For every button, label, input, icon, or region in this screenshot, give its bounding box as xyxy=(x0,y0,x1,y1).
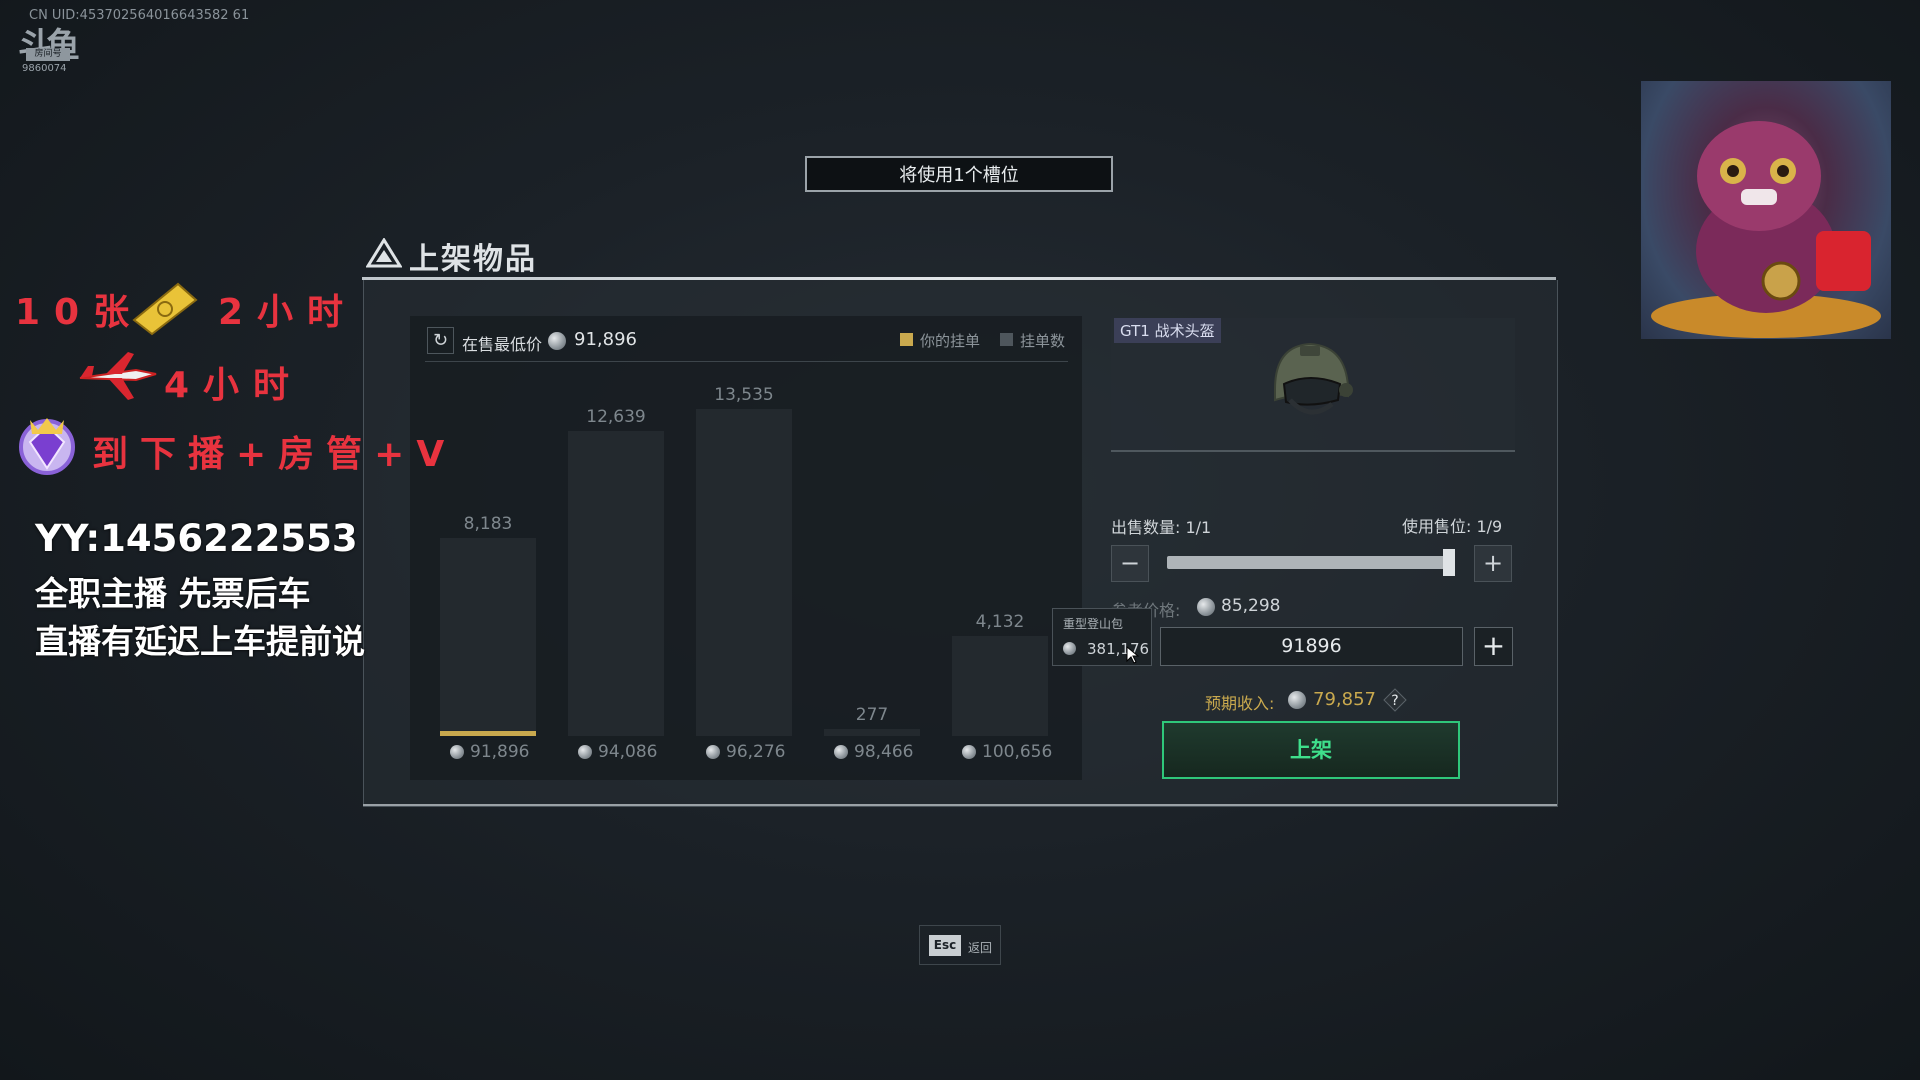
coin-icon xyxy=(450,745,464,759)
bar-price-text: 98,466 xyxy=(854,742,914,762)
bar-price-label: 100,656 xyxy=(962,742,1092,762)
logo-tag: 房间号 xyxy=(26,48,70,61)
platform-logo: 斗鱼 房间号 9860074 xyxy=(18,26,80,74)
listing-triangle-icon xyxy=(366,238,402,268)
coin-icon xyxy=(834,745,848,759)
item-preview-divider xyxy=(1111,450,1515,452)
bar-price-label: 98,466 xyxy=(834,742,964,762)
promo-delay-note: 直播有延迟上车提前说 xyxy=(35,622,365,661)
bar-price-label: 91,896 xyxy=(450,742,580,762)
tooltip-item-name: 重型登山包 xyxy=(1063,617,1124,631)
chart-bar[interactable] xyxy=(824,729,920,736)
bar-count-label: 12,639 xyxy=(586,406,646,427)
chart-bar[interactable] xyxy=(568,430,664,736)
quantity-slider-handle[interactable] xyxy=(1443,549,1455,576)
list-item-button[interactable]: 上架 xyxy=(1162,721,1460,779)
chart-bar[interactable] xyxy=(440,538,536,736)
increase-quantity-button[interactable]: + xyxy=(1474,545,1512,582)
refresh-button[interactable]: ↻ xyxy=(427,327,454,354)
plus-icon: + xyxy=(1482,549,1504,577)
bar-count-label: 277 xyxy=(855,705,889,726)
decrease-quantity-button[interactable]: − xyxy=(1111,545,1149,582)
coin-icon xyxy=(962,745,976,759)
expected-income-label: 预期收入: xyxy=(1205,694,1275,713)
listing-price-input[interactable]: 91896 xyxy=(1160,627,1463,666)
esc-back-label: 返回 xyxy=(968,941,993,955)
bar-count-label: 13,535 xyxy=(714,385,774,406)
bar-price-label: 94,086 xyxy=(578,742,708,762)
legend-yours-label: 你的挂单 xyxy=(920,332,981,350)
legend-count-label: 挂单数 xyxy=(1020,332,1066,350)
help-icon[interactable]: ? xyxy=(1383,688,1407,712)
dialog-bottom-line xyxy=(363,804,1557,806)
bar-price-text: 91,896 xyxy=(470,742,530,762)
chart-bar[interactable] xyxy=(696,409,792,736)
promo-tickets-duration: 2小时 xyxy=(218,292,358,333)
lowest-price-label: 在售最低价 xyxy=(462,335,543,354)
bar-price-text: 100,656 xyxy=(982,742,1053,762)
sale-quantity-label: 出售数量: 1/1 xyxy=(1111,518,1212,537)
bar-count-label: 8,183 xyxy=(463,514,513,535)
mouse-cursor-icon xyxy=(1126,646,1140,664)
quantity-slider[interactable] xyxy=(1167,556,1455,569)
sale-slots-label: 使用售位: 1/9 xyxy=(1402,517,1503,536)
promo-tickets-count: 10张 xyxy=(15,292,144,333)
item-name-badge: GT1 战术头盔 xyxy=(1114,318,1221,343)
gold-ticket-icon xyxy=(132,282,198,336)
legend-yours-swatch xyxy=(900,333,913,346)
svg-text:?: ? xyxy=(1391,693,1398,709)
coin-icon xyxy=(706,745,720,759)
coin-icon xyxy=(1197,598,1215,616)
coin-icon xyxy=(548,332,566,350)
bar-count-label: 4,132 xyxy=(975,612,1025,633)
coin-icon xyxy=(1063,642,1076,655)
increase-price-button[interactable]: + xyxy=(1474,627,1513,666)
minus-icon: − xyxy=(1119,549,1141,577)
promo-admin-vip: 到下播+房管+V xyxy=(92,434,457,475)
chart-header-divider xyxy=(425,361,1068,362)
jet-icon xyxy=(79,352,157,400)
plus-icon: + xyxy=(1481,629,1506,662)
refresh-icon: ↻ xyxy=(432,330,449,351)
dialog-title: 上架物品 xyxy=(409,242,537,277)
promo-jet-duration: 4小时 xyxy=(164,365,304,406)
esc-key: Esc xyxy=(929,935,961,956)
helmet-icon xyxy=(1274,342,1353,415)
your-listing-marker xyxy=(440,731,536,736)
room-number: 9860074 xyxy=(22,63,67,74)
bar-price-text: 96,276 xyxy=(726,742,786,762)
reference-price-value: 85,298 xyxy=(1221,596,1281,616)
promo-yy-id: YY:1456222553 xyxy=(35,517,358,560)
legend-count-swatch xyxy=(1000,333,1013,346)
bar-price-text: 94,086 xyxy=(598,742,658,762)
dialog-top-line xyxy=(362,277,1556,280)
coin-icon xyxy=(578,745,592,759)
lion-figurine-image xyxy=(1651,121,1881,338)
chart-bar[interactable] xyxy=(952,636,1048,736)
promo-fulltime: 全职主播 先票后车 xyxy=(35,574,311,613)
diamond-badge-icon xyxy=(19,418,75,475)
webcam-feed xyxy=(1641,81,1891,339)
bar-price-label: 96,276 xyxy=(706,742,836,762)
lowest-price-value: 91,896 xyxy=(574,329,637,350)
coin-icon xyxy=(1288,691,1306,709)
expected-income-value: 79,857 xyxy=(1313,689,1376,710)
slot-usage-banner: 将使用1个槽位 xyxy=(805,156,1113,192)
